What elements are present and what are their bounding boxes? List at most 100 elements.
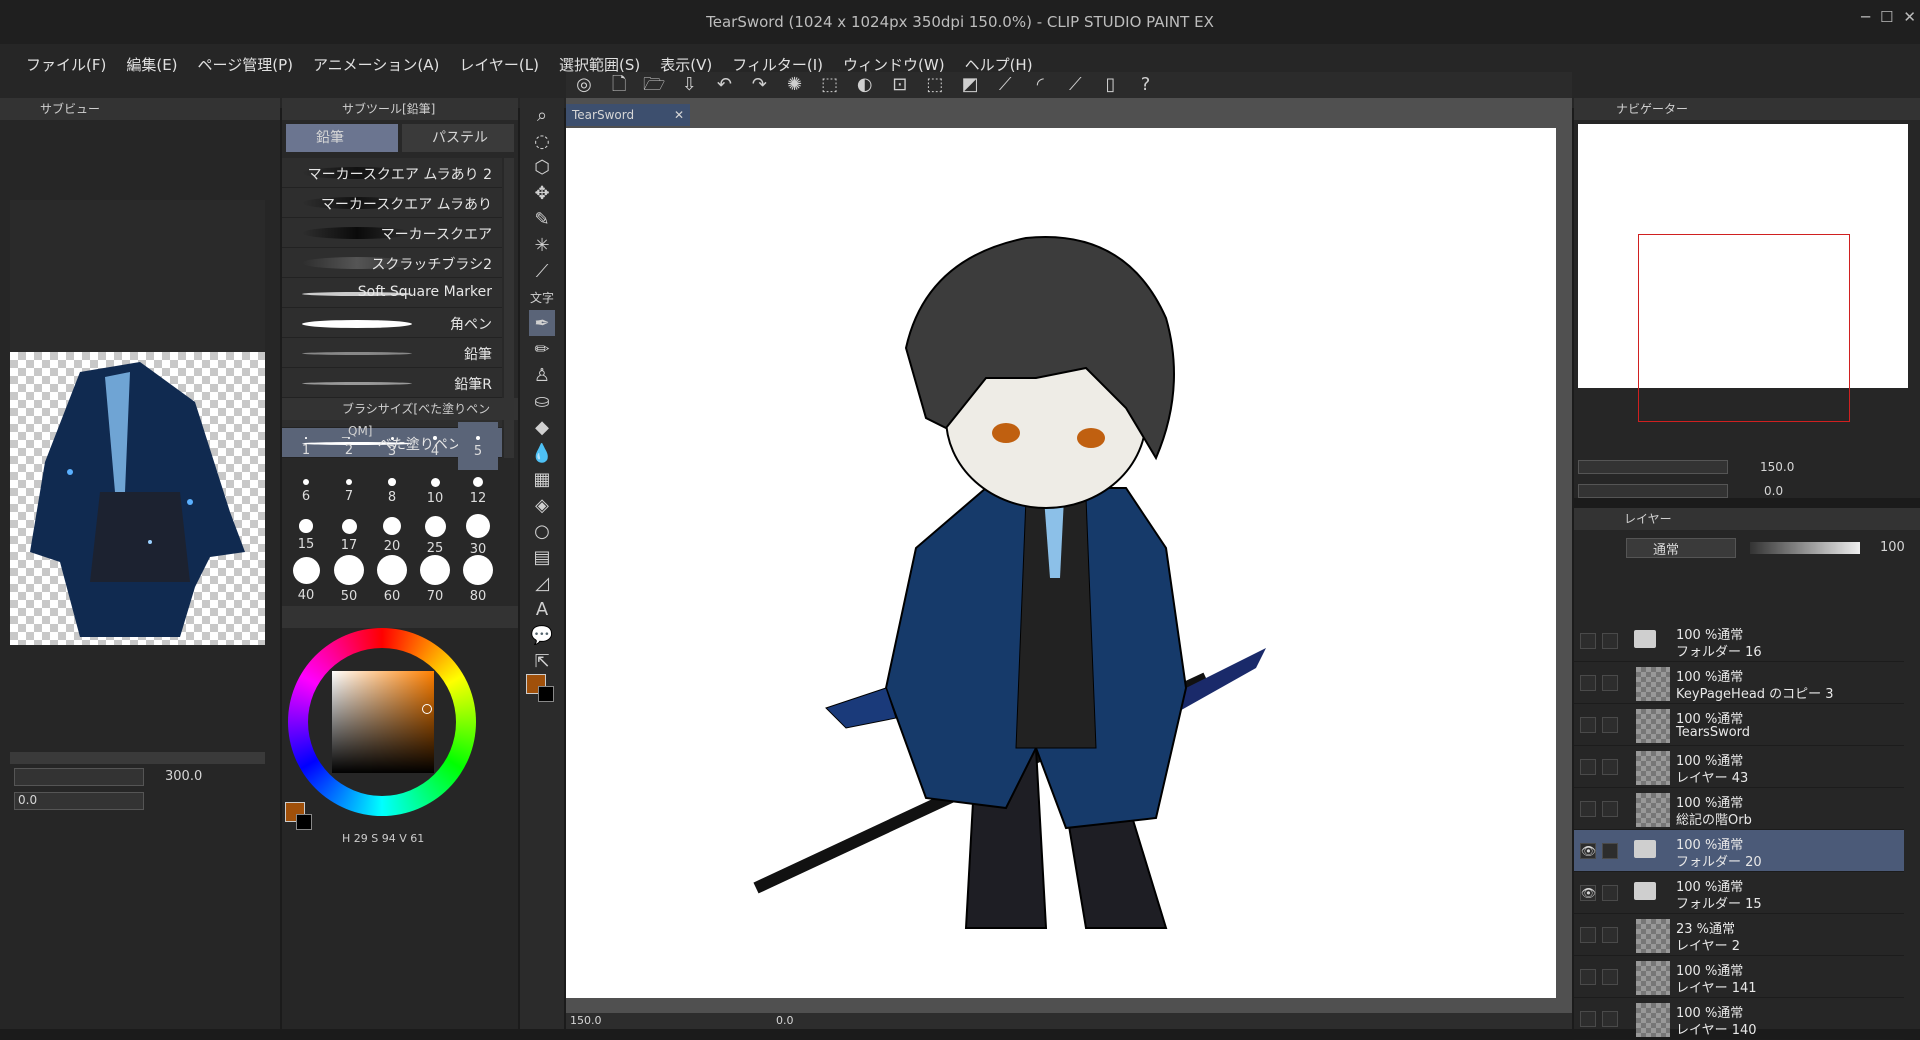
layer-visibility-icon[interactable] — [1580, 801, 1596, 817]
layer-lock-icon[interactable] — [1602, 885, 1618, 901]
tablet-icon[interactable]: ▯ — [1098, 73, 1122, 97]
layer-lock-icon[interactable] — [1602, 969, 1618, 985]
tab-pencil[interactable]: 鉛筆 — [286, 124, 398, 152]
move-tool-icon[interactable]: ✥ — [529, 180, 555, 206]
navigator-viewport[interactable] — [1638, 234, 1850, 422]
brush-item[interactable]: Soft Square Marker — [282, 278, 502, 308]
maximize-icon[interactable]: ☐ — [1880, 8, 1893, 26]
subview-zoom-slider[interactable] — [14, 768, 144, 786]
lasso-tool-icon[interactable]: ◌ — [529, 128, 555, 154]
brush-item[interactable]: スクラッチブラシ2 — [282, 248, 502, 278]
layer-row[interactable]: 23 %通常 レイヤー 2 — [1574, 914, 1904, 956]
layer-visibility-icon[interactable] — [1580, 633, 1596, 649]
tab-close-icon[interactable]: ✕ — [674, 104, 684, 126]
brush-size-option[interactable]: 10 — [415, 466, 455, 514]
brush-size-option[interactable]: 25 — [415, 510, 455, 558]
layer-visibility-icon[interactable]: 👁 — [1580, 885, 1596, 901]
brush-item[interactable]: マーカースクエア ムラあり — [282, 188, 502, 218]
tab-pastel[interactable]: パステル — [402, 124, 514, 152]
blend-mode-select[interactable]: 通常 — [1626, 538, 1736, 558]
help-icon[interactable]: ? — [1134, 73, 1158, 97]
invert-selection-icon[interactable]: ◩ — [958, 73, 982, 97]
brush-size-option[interactable]: 70 — [415, 554, 455, 604]
snap-grid-icon[interactable]: ⟋ — [1063, 73, 1087, 97]
navigator-angle-slider[interactable] — [1578, 484, 1728, 498]
layer-row[interactable]: 100 %通常 レイヤー 43 — [1574, 746, 1904, 788]
pen-tool-icon[interactable]: ✒ — [529, 310, 555, 336]
figure-tool-icon[interactable]: ○ — [529, 518, 555, 544]
layer-row[interactable]: 100 %通常 レイヤー 141 — [1574, 956, 1904, 998]
brush-size-option[interactable]: 4 — [415, 422, 455, 470]
blend-tool-icon[interactable]: 💧 — [529, 440, 555, 466]
layer-lock-icon[interactable] — [1602, 717, 1618, 733]
new-file-icon[interactable]: 🗋 — [607, 73, 631, 97]
canvas-tab[interactable]: TearSword ✕ — [566, 104, 690, 126]
layer-row[interactable]: 👁 100 %通常 フォルダー 20 — [1574, 830, 1904, 872]
layer-row[interactable]: 👁 100 %通常 フォルダー 15 — [1574, 872, 1904, 914]
snap-special-icon[interactable]: ◜ — [1028, 73, 1052, 97]
minimize-icon[interactable]: ─ — [1861, 8, 1870, 26]
layer-lock-icon[interactable] — [1602, 801, 1618, 817]
layer-row[interactable]: 100 %通常 TearsSword — [1574, 704, 1904, 746]
brush-size-option[interactable]: 20 — [372, 510, 412, 558]
undo-icon[interactable]: ↶ — [712, 73, 736, 97]
close-icon[interactable]: ✕ — [1903, 8, 1916, 26]
layer-visibility-icon[interactable] — [1580, 675, 1596, 691]
layer-lock-icon[interactable] — [1602, 759, 1618, 775]
navigator-preview[interactable] — [1578, 124, 1908, 422]
redo-icon[interactable]: ↷ — [747, 73, 771, 97]
transform-icon[interactable]: ⊡ — [888, 73, 912, 97]
brush-size-option[interactable]: 80 — [458, 554, 498, 604]
brush-size-option[interactable]: 60 — [372, 554, 412, 604]
tool-sub-color[interactable] — [538, 686, 554, 702]
layer-row[interactable]: 100 %通常 レイヤー 140 — [1574, 998, 1904, 1040]
clear-icon[interactable]: ⬚ — [818, 73, 842, 97]
text-a-icon[interactable]: A — [529, 596, 555, 622]
gradient-icon[interactable]: ▦ — [529, 466, 555, 492]
color-picker-handle[interactable] — [422, 704, 432, 714]
brush-size-option[interactable]: 30 — [458, 510, 498, 558]
brush-size-option[interactable]: 3 — [372, 422, 412, 470]
clip-studio-icon[interactable]: ◎ — [572, 73, 596, 97]
text-tool-icon[interactable]: 文字 — [529, 284, 555, 310]
layer-lock-icon[interactable] — [1602, 927, 1618, 943]
brush-item[interactable]: マーカースクエア ムラあり 2 — [282, 158, 502, 188]
layer-lock-icon[interactable] — [1602, 843, 1618, 859]
layer-row[interactable]: 100 %通常 総記の階Orb — [1574, 788, 1904, 830]
brush-size-option[interactable]: 15 — [286, 510, 326, 558]
save-icon[interactable]: ⇩ — [677, 73, 701, 97]
brush-size-option[interactable]: 6 — [286, 466, 326, 514]
snap-ruler-icon[interactable]: ⟋ — [993, 73, 1017, 97]
brush-size-option[interactable]: 1 — [286, 422, 326, 470]
balloon-icon[interactable]: 💬 — [529, 622, 555, 648]
eraser-icon[interactable]: ◆ — [529, 414, 555, 440]
correction-icon[interactable]: ⇱ — [529, 648, 555, 674]
brush-size-option[interactable]: 17 — [329, 510, 369, 558]
ruler-tool-icon[interactable]: ◿ — [529, 570, 555, 596]
opacity-slider[interactable] — [1750, 542, 1860, 554]
zoom-tool-icon[interactable]: ⌕ — [529, 102, 555, 128]
navigator-zoom-slider[interactable] — [1578, 460, 1728, 474]
layer-lock-icon[interactable] — [1602, 675, 1618, 691]
color-square[interactable] — [332, 671, 434, 773]
drawing-canvas[interactable] — [566, 128, 1556, 998]
brush-item[interactable]: 鉛筆 — [282, 338, 502, 368]
subview-scrollbar[interactable] — [10, 752, 265, 764]
brush-item[interactable]: 鉛筆R — [282, 368, 502, 398]
layer-lock-icon[interactable] — [1602, 1011, 1618, 1027]
deselect-icon[interactable]: ⬚ — [923, 73, 947, 97]
airbrush-icon[interactable]: ⛀ — [529, 388, 555, 414]
brush-item[interactable]: マーカースクエア — [282, 218, 502, 248]
brush-tool-icon[interactable]: ♙ — [529, 362, 555, 388]
layer-lock-icon[interactable] — [1602, 633, 1618, 649]
brush-size-option[interactable]: 12 — [458, 466, 498, 514]
layer-row[interactable]: 100 %通常 KeyPageHead のコピー 3 — [1574, 662, 1904, 704]
brush-size-option[interactable]: 2 — [329, 422, 369, 470]
loading-icon[interactable]: ✺ — [783, 73, 807, 97]
layer-visibility-icon[interactable] — [1580, 969, 1596, 985]
layer-visibility-icon[interactable] — [1580, 759, 1596, 775]
frame-tool-icon[interactable]: ▤ — [529, 544, 555, 570]
brush-size-option[interactable]: 7 — [329, 466, 369, 514]
layer-visibility-icon[interactable] — [1580, 1011, 1596, 1027]
layer-visibility-icon[interactable] — [1580, 927, 1596, 943]
